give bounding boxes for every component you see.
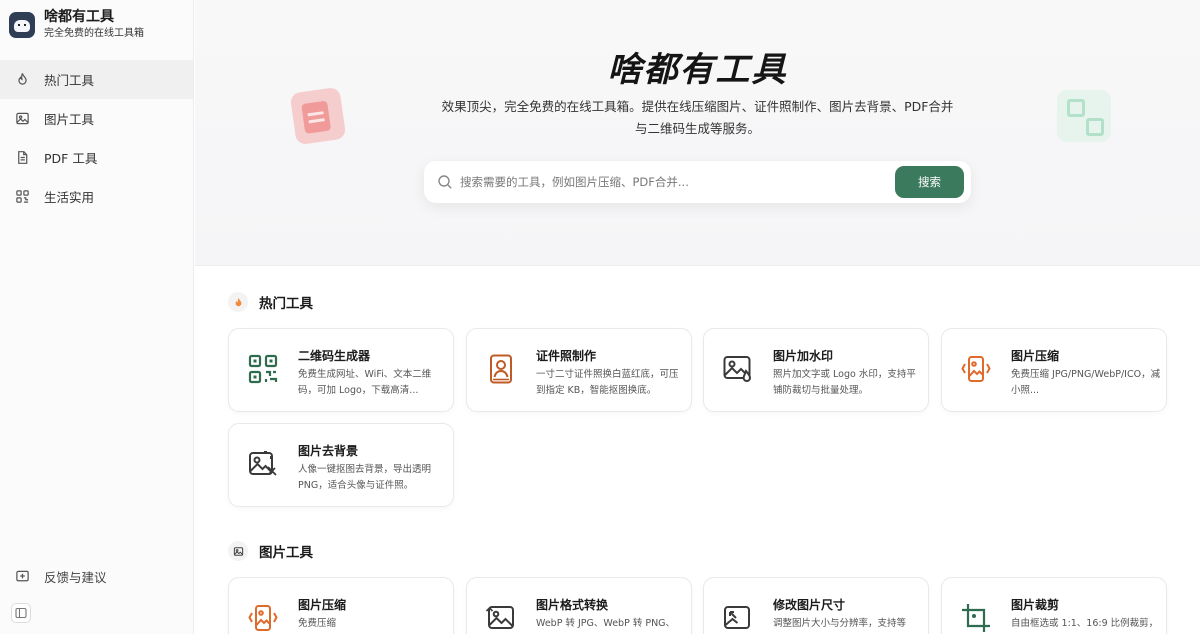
hero: 啥都有工具 效果顶尖，完全免费的在线工具箱。提供在线压缩图片、证件照制作、图片去… <box>195 0 1200 266</box>
sidebar-collapse-button[interactable] <box>11 603 31 623</box>
document-icon <box>14 150 30 166</box>
tool-card-remove-background[interactable]: 图片去背景 人像一键抠图去背景，导出透明 PNG，适合头像与证件照。 <box>228 423 454 507</box>
id-photo-icon <box>483 351 519 387</box>
sidebar-item-label: PDF 工具 <box>44 151 98 166</box>
search-icon <box>437 174 453 190</box>
image-icon <box>228 541 248 561</box>
tool-card-resize[interactable]: 修改图片尺寸 调整图片大小与分辨率，支持等 <box>703 577 929 634</box>
brand-subtitle: 完全免费的在线工具箱 <box>44 28 144 39</box>
qrcode-icon <box>245 351 281 387</box>
sidebar-item-hot-tools[interactable]: 热门工具 <box>0 60 193 99</box>
qrcode-icon <box>14 189 30 205</box>
tool-card-compress[interactable]: 图片压缩 免费压缩 <box>228 577 454 634</box>
feedback-label: 反馈与建议 <box>44 569 107 585</box>
section-header-hot: 热门工具 <box>228 292 313 312</box>
sidebar-item-pdf-tools[interactable]: PDF 工具 <box>0 138 193 177</box>
card-description: WebP 转 JPG、WebP 转 PNG、 <box>536 618 676 629</box>
card-description: 人像一键抠图去背景，导出透明 PNG，适合头像与证件照。 <box>298 464 432 491</box>
brand[interactable]: 啥都有工具 完全免费的在线工具箱 <box>0 0 193 50</box>
section-header-image: 图片工具 <box>228 541 313 561</box>
sidebar-item-label: 生活实用 <box>44 190 95 205</box>
search-input[interactable] <box>460 175 890 189</box>
watermark-icon <box>720 351 756 387</box>
flame-icon <box>228 292 248 312</box>
tool-card-qrcode[interactable]: 二维码生成器 免费生成网址、WiFi、文本二维码，可加 Logo，下载高清... <box>228 328 454 412</box>
image-icon <box>14 111 30 127</box>
flame-icon <box>14 72 30 88</box>
compress-icon <box>958 351 994 387</box>
card-description: 自由框选或 1:1、16:9 比例裁剪， <box>1011 618 1159 629</box>
section-title: 图片工具 <box>259 545 313 561</box>
card-title: 图片加水印 <box>773 349 834 363</box>
hero-description-line-2: 与二维码生成等服务。 <box>634 121 760 136</box>
page-title: 啥都有工具 <box>607 50 788 90</box>
resize-icon <box>720 600 756 634</box>
compress-icon <box>245 600 281 634</box>
brand-title: 啥都有工具 <box>44 9 114 25</box>
search-button[interactable]: 搜索 <box>895 166 964 198</box>
brand-logo <box>9 12 35 38</box>
feedback-icon <box>14 568 30 584</box>
card-description: 免费压缩 JPG/PNG/WebP/ICO，减小照... <box>1011 369 1161 396</box>
card-title: 图片裁剪 <box>1011 598 1060 612</box>
sidebar: 啥都有工具 完全免费的在线工具箱 热门工具 图片工具 PDF 工具 生活实用 反… <box>0 0 194 634</box>
search-bar: 搜索 <box>424 161 971 203</box>
main-content: 啥都有工具 效果顶尖，完全免费的在线工具箱。提供在线压缩图片、证件照制作、图片去… <box>195 0 1200 634</box>
tool-card-format-convert[interactable]: 图片格式转换 WebP 转 JPG、WebP 转 PNG、 <box>466 577 692 634</box>
tool-card-compress[interactable]: 图片压缩 免费压缩 JPG/PNG/WebP/ICO，减小照... <box>941 328 1167 412</box>
card-title: 图片压缩 <box>1011 349 1060 363</box>
convert-icon <box>483 600 519 634</box>
card-title: 修改图片尺寸 <box>773 598 846 612</box>
hero-description-line-1: 效果顶尖，完全免费的在线工具箱。提供在线压缩图片、证件照制作、图片去背景、PDF… <box>441 99 954 114</box>
card-title: 图片压缩 <box>298 598 347 612</box>
sidebar-nav: 热门工具 图片工具 PDF 工具 生活实用 <box>0 60 193 216</box>
card-title: 图片格式转换 <box>536 598 609 612</box>
hero-description: 效果顶尖，完全免费的在线工具箱。提供在线压缩图片、证件照制作、图片去背景、PDF… <box>195 96 1200 140</box>
crop-icon <box>958 600 994 634</box>
sidebar-item-label: 热门工具 <box>44 73 95 88</box>
card-title: 证件照制作 <box>536 349 597 363</box>
section-title: 热门工具 <box>259 296 313 312</box>
card-description: 调整图片大小与分辨率，支持等 <box>773 618 907 629</box>
card-description: 免费生成网址、WiFi、文本二维码，可加 Logo，下载高清... <box>298 369 432 396</box>
card-description: 一寸二寸证件照换白蓝红底，可压到指定 KB，智能抠图换底。 <box>536 369 679 396</box>
card-description: 免费压缩 <box>298 618 337 629</box>
tool-card-crop[interactable]: 图片裁剪 自由框选或 1:1、16:9 比例裁剪， <box>941 577 1167 634</box>
sidebar-toggle-icon <box>15 607 27 619</box>
tool-card-id-photo[interactable]: 证件照制作 一寸二寸证件照换白蓝红底，可压到指定 KB，智能抠图换底。 <box>466 328 692 412</box>
sidebar-item-label: 图片工具 <box>44 112 95 127</box>
sidebar-item-life-tools[interactable]: 生活实用 <box>0 177 193 216</box>
card-title: 二维码生成器 <box>298 349 371 363</box>
feedback-link[interactable]: 反馈与建议 <box>0 562 194 590</box>
sidebar-item-image-tools[interactable]: 图片工具 <box>0 99 193 138</box>
card-title: 图片去背景 <box>298 444 359 458</box>
card-description: 照片加文字或 Logo 水印，支持平铺防裁切与批量处理。 <box>773 369 916 396</box>
tool-card-watermark[interactable]: 图片加水印 照片加文字或 Logo 水印，支持平铺防裁切与批量处理。 <box>703 328 929 412</box>
remove-bg-icon <box>245 446 281 482</box>
